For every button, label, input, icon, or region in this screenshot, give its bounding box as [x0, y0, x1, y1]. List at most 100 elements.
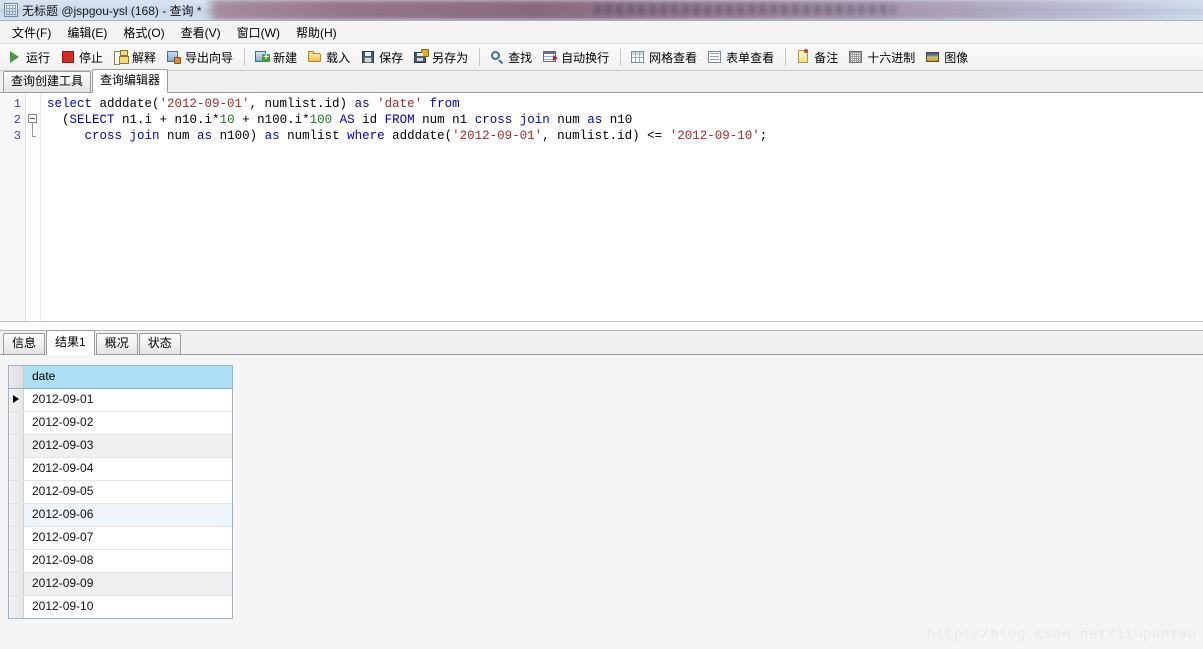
toolbar-image-label: 图像: [944, 50, 969, 65]
menu-help[interactable]: 帮助(H): [288, 22, 345, 43]
menu-format[interactable]: 格式(O): [115, 22, 172, 43]
sql-token: + n100.i*: [234, 113, 310, 127]
table-row[interactable]: 2012-09-07: [9, 527, 232, 550]
row-marker[interactable]: [9, 527, 24, 549]
grid-cell-date[interactable]: 2012-09-01: [24, 389, 232, 411]
sql-token: n1.i + n10.i*: [122, 113, 220, 127]
sql-token: 10: [219, 113, 235, 127]
toolbar-hex[interactable]: 十六进制: [844, 46, 921, 69]
grid-cell-date[interactable]: 2012-09-03: [24, 435, 232, 457]
search-magnifier-icon: [489, 49, 505, 65]
toolbar-save-label: 保存: [379, 50, 404, 65]
row-marker[interactable]: [9, 412, 24, 434]
row-marker[interactable]: [9, 435, 24, 457]
grid-cell-date[interactable]: 2012-09-05: [24, 481, 232, 503]
row-marker[interactable]: [9, 550, 24, 572]
row-marker[interactable]: [9, 458, 24, 480]
table-row[interactable]: 2012-09-04: [9, 458, 232, 481]
menu-file[interactable]: 文件(F): [4, 22, 59, 43]
table-row[interactable]: 2012-09-10: [9, 596, 232, 618]
sql-token: as: [197, 129, 220, 143]
toolbar-image[interactable]: 图像: [921, 46, 974, 69]
grid-cell-date[interactable]: 2012-09-09: [24, 573, 232, 595]
sql-token: as: [354, 97, 378, 111]
toolbar-explain[interactable]: 解释: [109, 46, 162, 69]
toolbar-new[interactable]: 新建: [250, 46, 303, 69]
editor-tab-strip: 查询创建工具 查询编辑器: [0, 69, 1203, 93]
menu-bar: 文件(F) 编辑(E) 格式(O) 查看(V) 窗口(W) 帮助(H): [0, 21, 1203, 44]
editor-line-number-gutter: 1 2 3: [0, 93, 26, 321]
image-icon: [925, 49, 941, 65]
table-row[interactable]: 2012-09-05: [9, 481, 232, 504]
table-row[interactable]: 2012-09-06: [9, 504, 232, 527]
row-marker[interactable]: [9, 504, 24, 526]
tab-query-builder[interactable]: 查询创建工具: [3, 71, 92, 92]
explain-tree-icon: [113, 49, 129, 65]
toolbar-note[interactable]: 备注: [791, 46, 844, 69]
tab-info[interactable]: 信息: [3, 333, 46, 354]
grid-cell-date[interactable]: 2012-09-04: [24, 458, 232, 480]
toolbar-stop-label: 停止: [79, 50, 104, 65]
menu-edit[interactable]: 编辑(E): [59, 22, 115, 43]
toolbar-explain-label: 解释: [132, 50, 157, 65]
toolbar-load[interactable]: 载入: [303, 46, 356, 69]
result-grid[interactable]: date 2012-09-01 2012-09-02 2012-09-03 2012-0…: [8, 365, 233, 619]
menu-window[interactable]: 窗口(W): [229, 22, 288, 43]
menu-view[interactable]: 查看(V): [173, 22, 229, 43]
sql-token: adddate(: [99, 97, 160, 111]
toolbar-save-as[interactable]: 另存为: [409, 46, 474, 69]
table-row[interactable]: 2012-09-09: [9, 573, 232, 596]
toolbar-hex-label: 十六进制: [867, 50, 916, 65]
sql-token: where: [347, 129, 393, 143]
row-marker[interactable]: [9, 596, 24, 618]
grid-corner-cell: [9, 366, 24, 388]
grid-cell-date[interactable]: 2012-09-02: [24, 412, 232, 434]
table-row[interactable]: 2012-09-08: [9, 550, 232, 573]
toolbar-export-wizard[interactable]: 导出向导: [162, 46, 239, 69]
sql-token: FROM: [384, 113, 423, 127]
grid-cell-date[interactable]: 2012-09-08: [24, 550, 232, 572]
tab-query-editor[interactable]: 查询编辑器: [92, 69, 169, 93]
save-as-icon: [413, 49, 430, 65]
sql-code-text[interactable]: select adddate('2012-09-01', numlist.id)…: [41, 93, 1203, 321]
toolbar-stop[interactable]: 停止: [56, 46, 109, 69]
current-row-marker-icon[interactable]: [9, 389, 24, 411]
sql-code-line: cross join num as n100) as numlist where…: [47, 128, 1203, 144]
table-row[interactable]: 2012-09-01: [9, 389, 232, 412]
watermark-text: http://blog.csdn.net/liupantao: [926, 627, 1197, 643]
toolbar-word-wrap[interactable]: 自动换行: [538, 46, 615, 69]
window-title: 无标题 @jspgou-ysl (168) - 查询 *: [22, 3, 202, 18]
grid-cell-date[interactable]: 2012-09-10: [24, 596, 232, 618]
tab-profile[interactable]: 概况: [95, 333, 138, 354]
sql-token: from: [429, 97, 460, 111]
grid-cell-date[interactable]: 2012-09-06: [24, 504, 232, 526]
row-marker[interactable]: [9, 573, 24, 595]
toolbar-run[interactable]: 运行: [3, 46, 56, 69]
toolbar-form-view[interactable]: 表单查看: [703, 46, 780, 69]
grid-cell-date[interactable]: 2012-09-07: [24, 527, 232, 549]
table-row[interactable]: 2012-09-02: [9, 412, 232, 435]
toolbar-grid-view-label: 网格查看: [649, 50, 698, 65]
sql-token: id: [362, 113, 385, 127]
table-row[interactable]: 2012-09-03: [9, 435, 232, 458]
window-title-bar: 无标题 @jspgou-ysl (168) - 查询 *: [0, 0, 1203, 21]
open-folder-icon: [307, 49, 323, 65]
sql-token: AS: [339, 113, 363, 127]
new-document-icon: [254, 49, 271, 65]
results-pane: 信息 结果1 概况 状态 date 2012-09-01 2012-09-02 201…: [0, 330, 1203, 649]
sql-editor[interactable]: 1 2 3 select adddate('2012-09-01', numli…: [0, 93, 1203, 322]
sql-token: num n1: [422, 113, 475, 127]
grid-window-icon: [4, 3, 18, 17]
stop-square-icon: [60, 49, 76, 65]
row-marker[interactable]: [9, 481, 24, 503]
toolbar-grid-view[interactable]: 网格查看: [626, 46, 703, 69]
sql-token: ;: [759, 129, 768, 143]
toolbar-find[interactable]: 查找: [485, 46, 538, 69]
grid-column-header[interactable]: date: [24, 366, 232, 388]
form-view-icon: [707, 49, 723, 65]
code-fold-toggle-icon[interactable]: [28, 114, 37, 123]
sql-token: as: [587, 113, 610, 127]
toolbar-save[interactable]: 保存: [356, 46, 409, 69]
tab-status[interactable]: 状态: [138, 333, 181, 354]
tab-result-1[interactable]: 结果1: [46, 330, 95, 355]
